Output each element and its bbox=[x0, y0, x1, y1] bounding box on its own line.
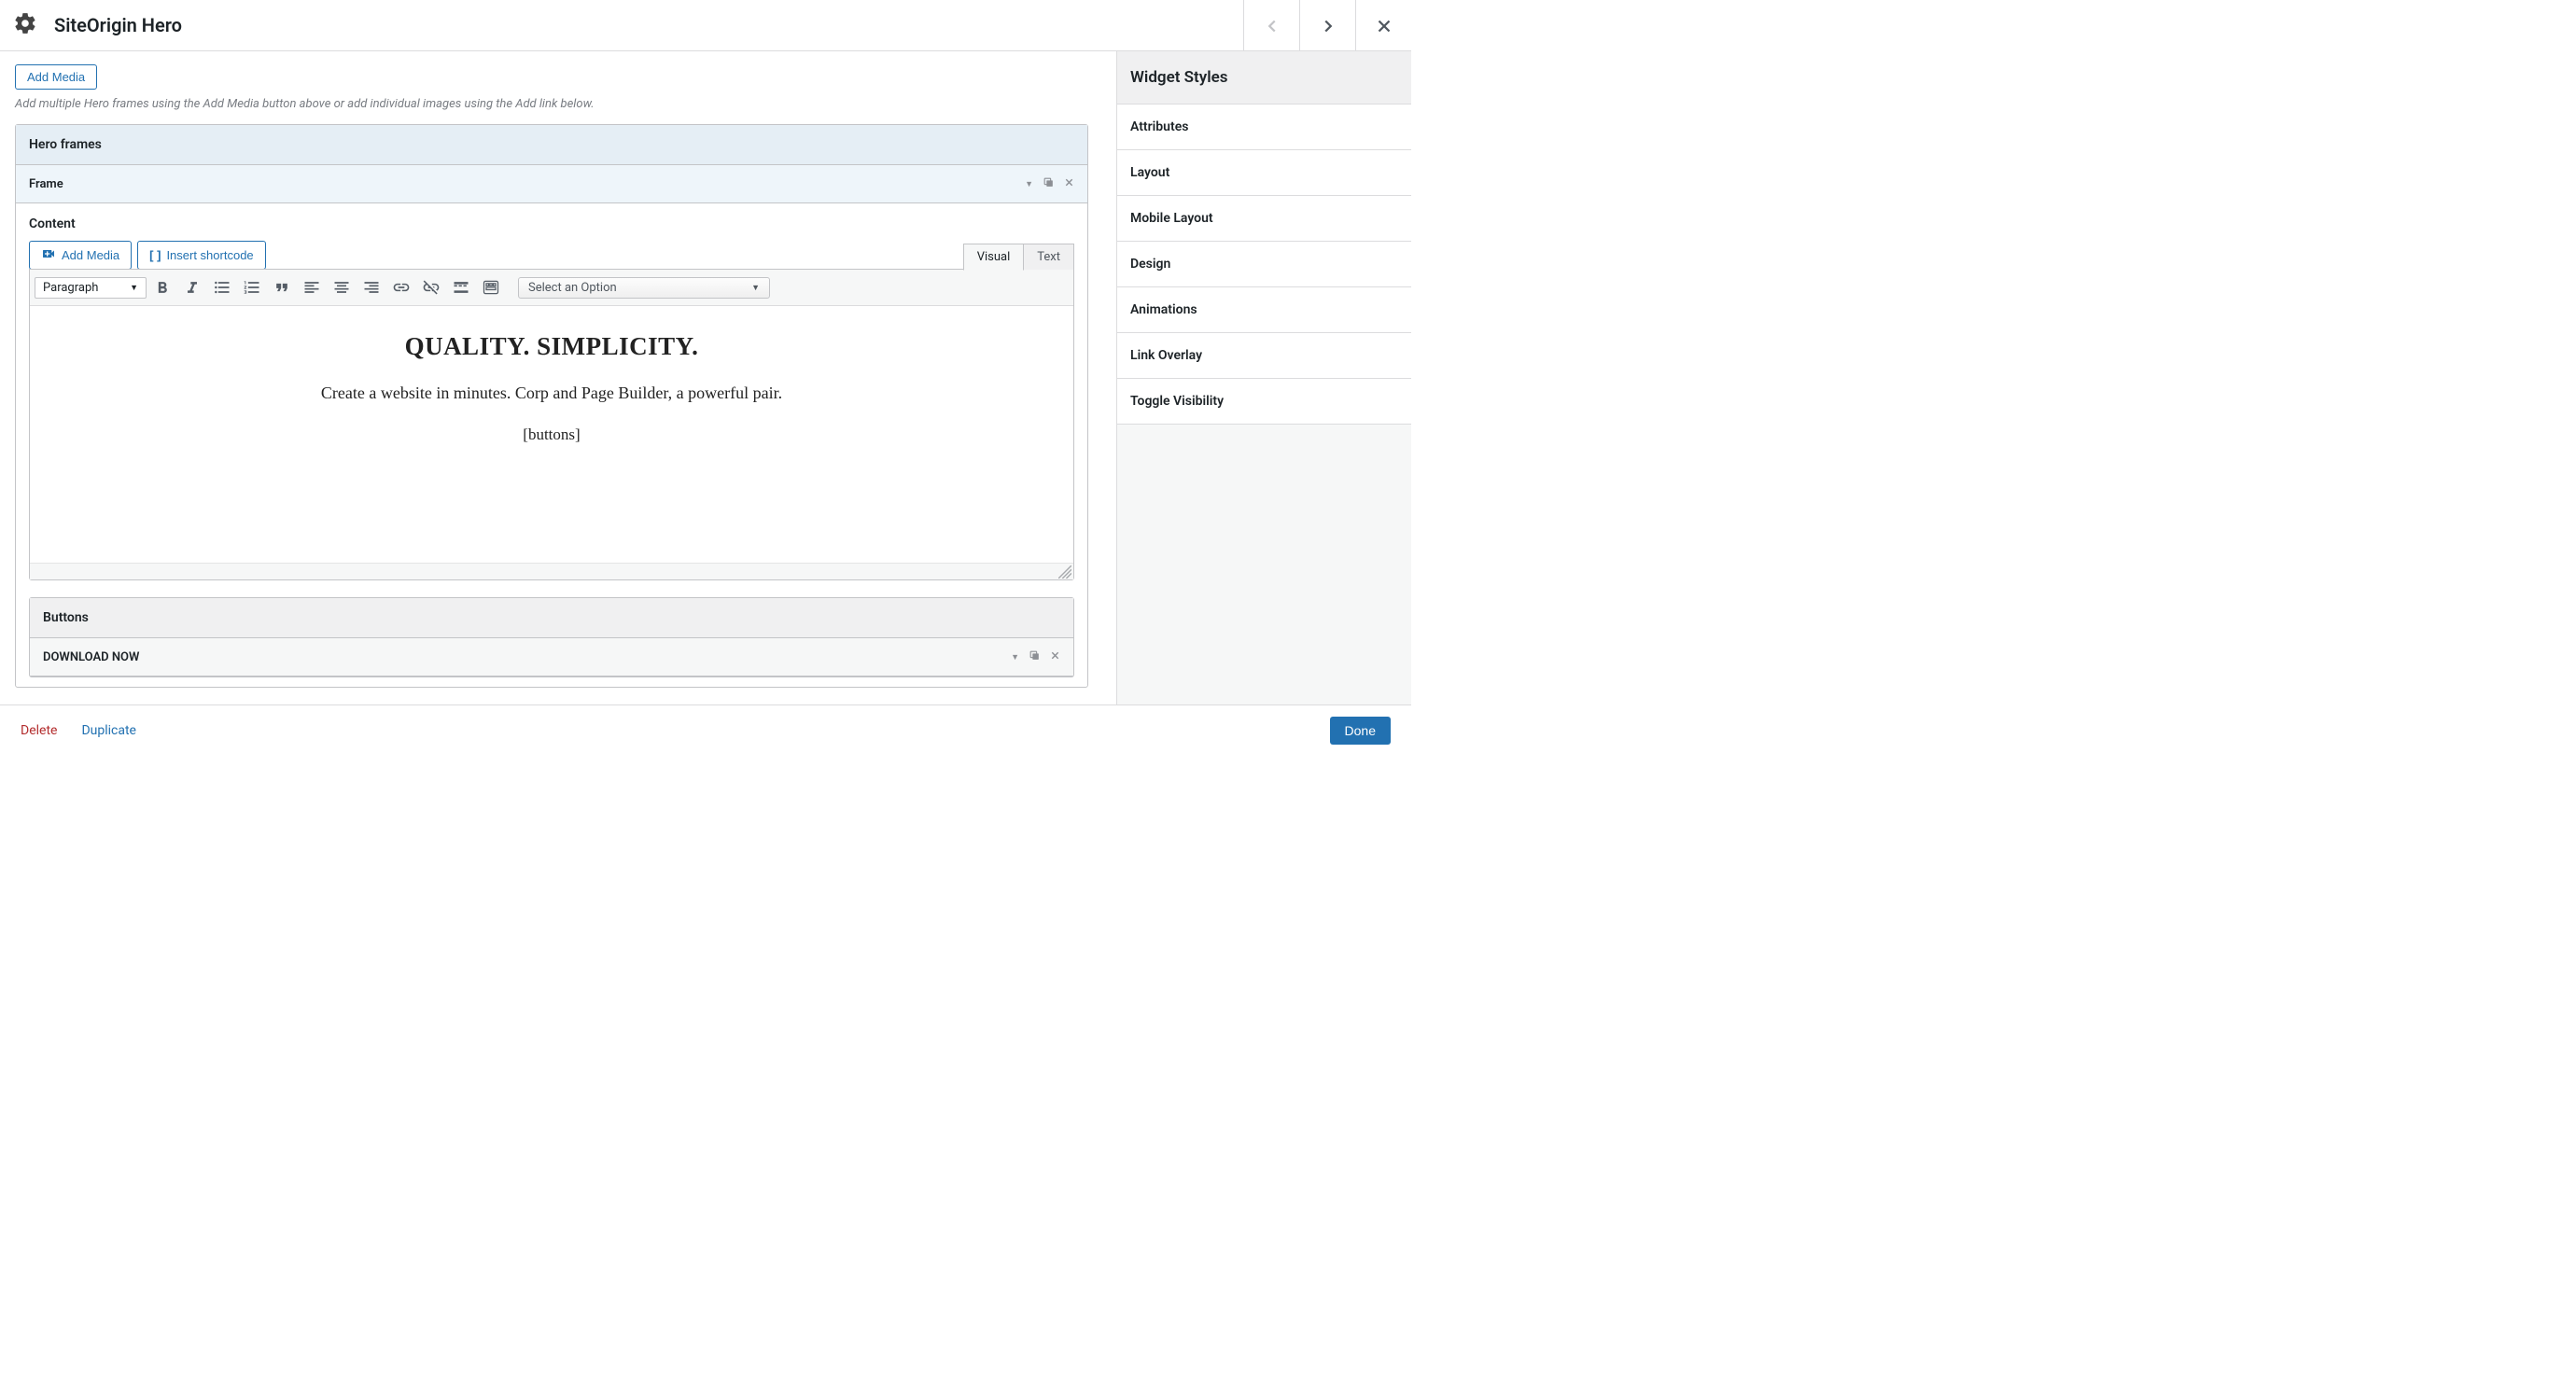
frame-item-actions: ▼ bbox=[1025, 176, 1074, 191]
blockquote-button[interactable] bbox=[268, 274, 296, 300]
editor-header-row: Add Media [ ] Insert shortcode Visual Te… bbox=[29, 241, 1074, 270]
editor-body[interactable]: QUALITY. SIMPLICITY. Create a website in… bbox=[30, 306, 1073, 563]
button-item-actions: ▼ bbox=[1011, 649, 1060, 664]
content-label: Content bbox=[29, 216, 1074, 231]
bold-button[interactable] bbox=[148, 274, 176, 300]
prev-button bbox=[1243, 0, 1299, 51]
resize-handle[interactable] bbox=[30, 563, 1073, 579]
main-row: Add Media Add multiple Hero frames using… bbox=[0, 51, 1411, 704]
button-item-header[interactable]: DOWNLOAD NOW ▼ bbox=[30, 638, 1073, 677]
style-row-animations[interactable]: Animations bbox=[1117, 287, 1411, 333]
link-button[interactable] bbox=[387, 274, 415, 300]
header-right bbox=[1243, 0, 1411, 50]
next-button[interactable] bbox=[1299, 0, 1355, 51]
style-row-layout[interactable]: Layout bbox=[1117, 150, 1411, 196]
unlink-button[interactable] bbox=[417, 274, 445, 300]
dialog-header: SiteOrigin Hero bbox=[0, 0, 1411, 51]
dialog-title: SiteOrigin Hero bbox=[54, 14, 182, 36]
tab-visual[interactable]: Visual bbox=[963, 244, 1025, 271]
widget-styles-sidebar: Widget Styles Attributes Layout Mobile L… bbox=[1116, 51, 1411, 704]
editor-shortcode: [buttons] bbox=[49, 425, 1055, 444]
buttons-title: Buttons bbox=[30, 598, 1073, 638]
footer-left: Delete Duplicate bbox=[21, 723, 136, 738]
style-row-design[interactable]: Design bbox=[1117, 242, 1411, 287]
remove-item-icon[interactable] bbox=[1064, 177, 1074, 190]
frame-body: Content Add Media [ ] Insert bbox=[16, 203, 1087, 687]
editor-toolbar: Paragraph ▼ bbox=[30, 270, 1073, 306]
gear-icon bbox=[13, 11, 37, 39]
shortcode-icon: [ ] bbox=[149, 248, 161, 262]
done-button[interactable]: Done bbox=[1330, 717, 1391, 745]
style-row-toggle-visibility[interactable]: Toggle Visibility bbox=[1117, 379, 1411, 425]
collapse-icon[interactable]: ▼ bbox=[1011, 652, 1019, 663]
editor: Paragraph ▼ bbox=[29, 269, 1074, 580]
buttons-repeater: Buttons DOWNLOAD NOW ▼ bbox=[29, 597, 1074, 677]
chevron-down-icon: ▼ bbox=[130, 283, 138, 293]
insert-shortcode-label: Insert shortcode bbox=[166, 248, 253, 262]
format-select-label: Paragraph bbox=[43, 281, 98, 295]
number-list-button[interactable] bbox=[238, 274, 266, 300]
delete-link[interactable]: Delete bbox=[21, 723, 57, 738]
frame-item-label: Frame bbox=[29, 177, 63, 191]
duplicate-item-icon[interactable] bbox=[1029, 649, 1041, 664]
chevron-down-icon: ▼ bbox=[751, 283, 760, 293]
italic-button[interactable] bbox=[178, 274, 206, 300]
style-row-attributes[interactable]: Attributes bbox=[1117, 105, 1411, 150]
add-media-button[interactable]: Add Media bbox=[15, 64, 97, 90]
editor-tabs: Visual Text bbox=[963, 244, 1074, 270]
tab-text[interactable]: Text bbox=[1024, 244, 1074, 270]
dialog-footer: Delete Duplicate Done bbox=[0, 704, 1411, 756]
align-left-button[interactable] bbox=[298, 274, 326, 300]
duplicate-link[interactable]: Duplicate bbox=[81, 723, 136, 738]
toggle-toolbar-button[interactable] bbox=[477, 274, 505, 300]
bullet-list-button[interactable] bbox=[208, 274, 236, 300]
add-media-editor-label: Add Media bbox=[62, 248, 119, 262]
editor-paragraph: Create a website in minutes. Corp and Pa… bbox=[49, 384, 1055, 403]
style-row-link-overlay[interactable]: Link Overlay bbox=[1117, 333, 1411, 379]
frame-item-header[interactable]: Frame ▼ bbox=[16, 165, 1087, 203]
align-right-button[interactable] bbox=[357, 274, 385, 300]
hero-frames-repeater: Hero frames Frame ▼ Content bbox=[15, 124, 1088, 688]
option-select-label: Select an Option bbox=[528, 281, 617, 295]
header-left: SiteOrigin Hero bbox=[0, 11, 1243, 39]
help-text: Add multiple Hero frames using the Add M… bbox=[15, 97, 1088, 111]
duplicate-item-icon[interactable] bbox=[1043, 176, 1055, 191]
insert-shortcode-button[interactable]: [ ] Insert shortcode bbox=[137, 241, 266, 270]
style-row-mobile-layout[interactable]: Mobile Layout bbox=[1117, 196, 1411, 242]
option-select[interactable]: Select an Option ▼ bbox=[518, 277, 770, 299]
hero-frames-title: Hero frames bbox=[16, 125, 1087, 165]
remove-item-icon[interactable] bbox=[1050, 650, 1060, 663]
main-content[interactable]: Add Media Add multiple Hero frames using… bbox=[0, 51, 1116, 704]
format-select[interactable]: Paragraph ▼ bbox=[35, 277, 147, 299]
add-media-label: Add Media bbox=[27, 70, 85, 84]
button-item-label: DOWNLOAD NOW bbox=[43, 650, 139, 664]
widget-styles-title: Widget Styles bbox=[1117, 51, 1411, 105]
collapse-icon[interactable]: ▼ bbox=[1025, 179, 1033, 189]
close-button[interactable] bbox=[1355, 0, 1411, 51]
add-media-editor-button[interactable]: Add Media bbox=[29, 241, 132, 270]
media-icon bbox=[41, 246, 56, 264]
editor-heading: QUALITY. SIMPLICITY. bbox=[49, 332, 1055, 361]
editor-buttons: Add Media [ ] Insert shortcode bbox=[29, 241, 266, 270]
readmore-button[interactable] bbox=[447, 274, 475, 300]
align-center-button[interactable] bbox=[328, 274, 356, 300]
